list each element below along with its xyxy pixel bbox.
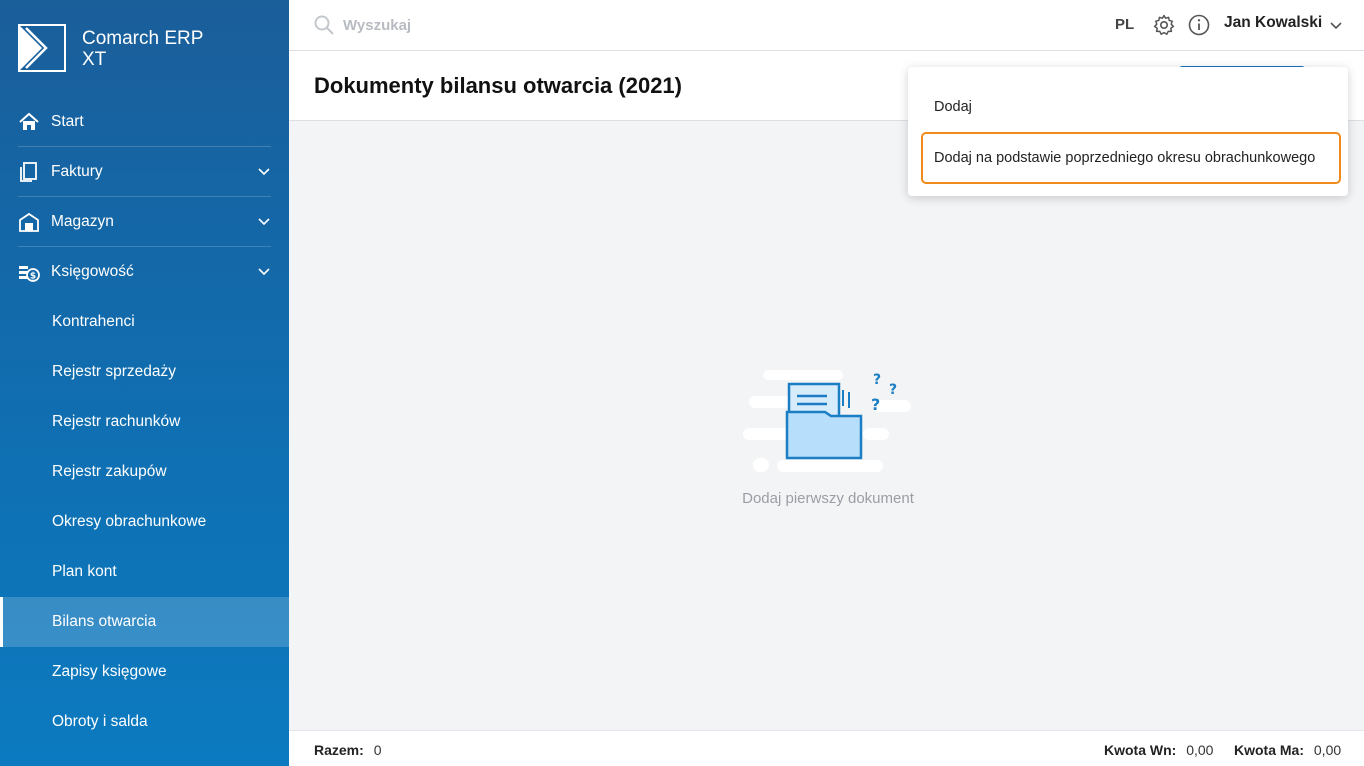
empty-state: ? ? ? Dodaj pierwszy dokument xyxy=(737,366,922,507)
svg-text:?: ? xyxy=(889,382,897,398)
sidebar: Comarch ERP XT Start Faktury Magazyn $ K… xyxy=(0,0,289,766)
sidebar-subitem-bilans-otwarcia[interactable]: Bilans otwarcia xyxy=(0,597,289,647)
total-value: 0 xyxy=(373,742,382,758)
chevron-down-icon[interactable] xyxy=(257,164,271,178)
sidebar-item-ksiegowosc[interactable]: $ Księgowość xyxy=(18,247,271,297)
sidebar-item-start[interactable]: Start xyxy=(18,97,271,147)
page-title: Dokumenty bilansu otwarcia (2021) xyxy=(314,73,682,98)
sidebar-subitem-rejestr-rachunkow[interactable]: Rejestr rachunków xyxy=(0,397,289,447)
language-selector[interactable]: PL xyxy=(1115,16,1134,33)
sidebar-subitem-label: Rejestr zakupów xyxy=(52,463,167,480)
app-logo[interactable]: Comarch ERP XT xyxy=(18,24,203,72)
credit-value: 0,00 xyxy=(1313,742,1342,758)
svg-text:?: ? xyxy=(873,372,881,388)
home-icon xyxy=(18,111,40,133)
sidebar-subitem-label: Rejestr sprzedaży xyxy=(52,363,177,380)
add-dropdown-menu: Dodaj Dodaj na podstawie poprzedniego ok… xyxy=(908,67,1348,196)
sidebar-subitem-label: Obroty i salda xyxy=(52,713,148,730)
sidebar-item-faktury[interactable]: Faktury xyxy=(18,147,271,197)
sidebar-subitem-rejestr-sprzedazy[interactable]: Rejestr sprzedaży xyxy=(0,347,289,397)
footer-summary: Razem: 0 Kwota Wn: 0,00 Kwota Ma: 0,00 xyxy=(289,730,1364,766)
invoice-icon xyxy=(18,161,40,183)
chevron-down-icon[interactable] xyxy=(257,264,271,278)
sidebar-subitem-obroty-i-salda[interactable]: Obroty i salda xyxy=(0,697,289,747)
user-name[interactable]: Jan Kowalski xyxy=(1224,14,1322,32)
info-icon[interactable] xyxy=(1188,14,1210,36)
svg-text:?: ? xyxy=(871,395,880,414)
svg-text:$: $ xyxy=(30,272,36,282)
debit-label: Kwota Wn: xyxy=(1104,742,1177,758)
sidebar-subitem-zapisy-ksiegowe[interactable]: Zapisy księgowe xyxy=(0,647,289,697)
menu-item-add[interactable]: Dodaj xyxy=(921,83,1341,131)
sidebar-item-label: Księgowość xyxy=(51,263,134,280)
sidebar-item-label: Magazyn xyxy=(51,212,114,230)
debit-value: 0,00 xyxy=(1186,742,1214,758)
top-bar: PL Jan Kowalski xyxy=(289,0,1364,51)
sidebar-subitem-label: Okresy obrachunkowe xyxy=(52,513,207,530)
app-name: Comarch ERP xyxy=(82,28,204,49)
sidebar-subitem-label: Plan kont xyxy=(52,563,117,580)
chevron-down-icon[interactable] xyxy=(1329,18,1343,32)
comarch-logo-icon xyxy=(18,24,66,72)
gear-icon[interactable] xyxy=(1153,14,1175,36)
sidebar-item-magazyn[interactable]: Magazyn xyxy=(18,197,271,247)
sidebar-subitem-label: Bilans otwarcia xyxy=(52,613,157,630)
sidebar-subitem-label: Kontrahenci xyxy=(52,313,135,330)
sidebar-subitem-plan-kont[interactable]: Plan kont xyxy=(0,547,289,597)
sidebar-subitem-rejestr-zakupow[interactable]: Rejestr zakupów xyxy=(0,447,289,497)
menu-item-add-from-previous-period[interactable]: Dodaj na podstawie poprzedniego okresu o… xyxy=(921,132,1341,184)
app-name-suffix: XT xyxy=(82,49,107,70)
total-label: Razem: xyxy=(314,742,364,758)
sidebar-nav: Start Faktury Magazyn $ Księgowość Kontr… xyxy=(0,97,289,747)
search-icon xyxy=(314,15,334,35)
credit-label: Kwota Ma: xyxy=(1234,742,1304,758)
sidebar-subitem-okresy-obrachunkowe[interactable]: Okresy obrachunkowe xyxy=(0,497,289,547)
search-input[interactable] xyxy=(343,13,743,37)
accounting-icon: $ xyxy=(18,261,40,283)
warehouse-icon xyxy=(18,211,40,233)
sidebar-item-label: Start xyxy=(51,112,84,130)
empty-state-text: Dodaj pierwszy dokument xyxy=(742,490,914,507)
sidebar-subitem-kontrahenci[interactable]: Kontrahenci xyxy=(0,297,289,347)
sidebar-item-label: Faktury xyxy=(51,162,103,180)
sidebar-subitem-label: Rejestr rachunków xyxy=(52,413,181,430)
sidebar-subitem-label: Zapisy księgowe xyxy=(52,663,167,680)
empty-folder-icon: ? ? ? xyxy=(743,370,911,472)
chevron-down-icon[interactable] xyxy=(257,214,271,228)
